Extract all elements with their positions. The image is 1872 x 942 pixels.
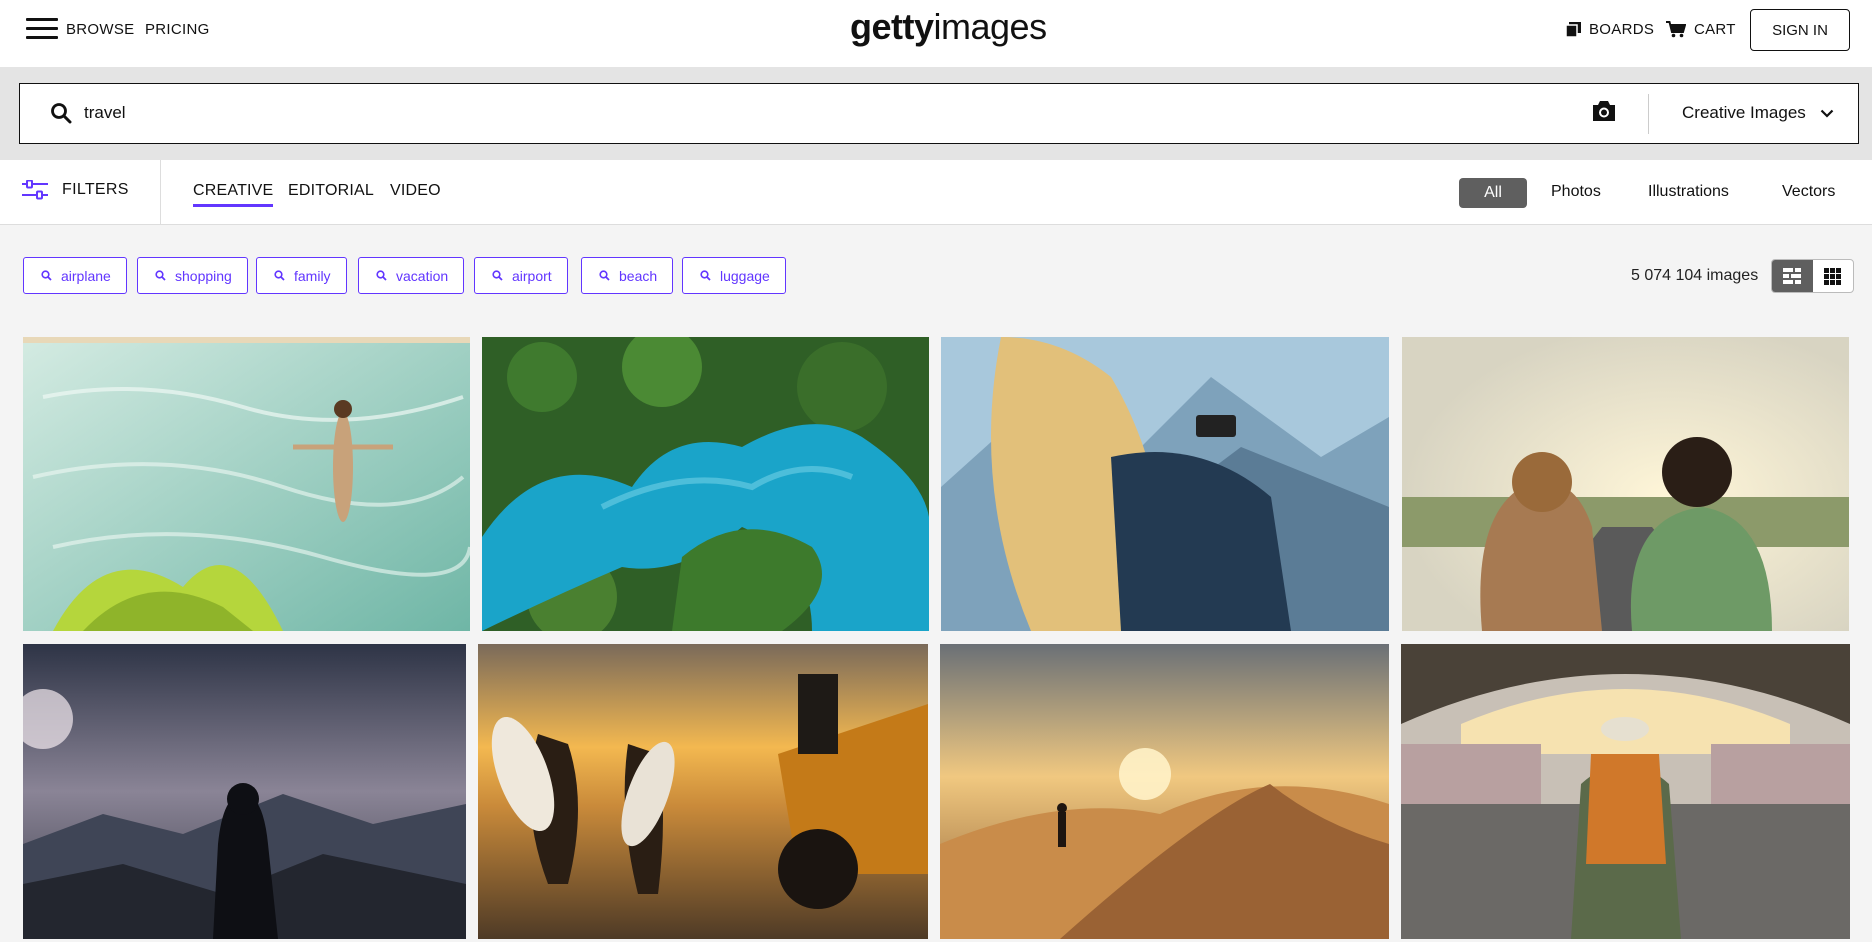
cart-label: CART (1694, 21, 1736, 38)
search-divider (1648, 94, 1649, 134)
mosaic-grid-icon (1783, 268, 1802, 284)
lake-photo (482, 337, 929, 631)
misty-mountains-photo (23, 644, 466, 939)
related-search-chip[interactable]: shopping (137, 257, 248, 294)
tab-creative[interactable]: CREATIVE (193, 182, 274, 207)
sign-in-button[interactable]: SIGN IN (1750, 9, 1850, 51)
sliders-icon (22, 180, 48, 200)
surfers-photo (478, 644, 928, 939)
chip-label: family (294, 267, 331, 284)
hamburger-menu-icon[interactable] (26, 18, 58, 42)
search-band: Creative Images (0, 67, 1872, 160)
chip-label: airplane (61, 267, 111, 284)
mountains-photo (941, 337, 1389, 631)
image-tile-hiker-on-desert-dunes[interactable] (940, 644, 1389, 939)
pricing-link[interactable]: PRICING (145, 21, 210, 38)
related-search-chip[interactable]: luggage (682, 257, 786, 294)
search-input[interactable] (84, 98, 1584, 128)
type-all-button[interactable]: All (1459, 178, 1527, 208)
image-tile-backpacker-at-train-station[interactable] (1401, 644, 1850, 939)
search-icon (700, 270, 711, 281)
search-icon (376, 270, 387, 281)
view-toggle (1771, 259, 1854, 293)
related-search-chip[interactable]: airport (474, 257, 568, 294)
filter-bar: FILTERS CREATIVE EDITORIAL VIDEO All Pho… (0, 160, 1872, 225)
browse-link[interactable]: BROWSE (66, 21, 134, 38)
search-icon (492, 270, 503, 281)
couple-photo (1402, 337, 1849, 631)
chip-label: vacation (396, 267, 449, 284)
mosaic-view-button[interactable] (1772, 260, 1813, 292)
chip-label: shopping (175, 267, 232, 284)
logo-bold-text: getty (850, 6, 934, 47)
type-illustrations-button[interactable]: Illustrations (1648, 183, 1729, 201)
train-station-photo (1401, 644, 1850, 939)
filters-label: FILTERS (62, 181, 129, 198)
image-tile-aerial-turquoise-lake[interactable] (482, 337, 929, 631)
related-search-chip[interactable]: airplane (23, 257, 127, 294)
search-icon (599, 270, 610, 281)
chip-label: airport (512, 267, 552, 284)
grid-view-button[interactable] (1813, 260, 1854, 292)
image-tile-woman-floating-in-pool[interactable] (23, 337, 470, 631)
boards-link[interactable]: BOARDS (1566, 21, 1654, 38)
top-header: BROWSE PRICING gettyimages BOARDS CART S… (0, 0, 1872, 67)
type-photos-button[interactable]: Photos (1551, 183, 1601, 201)
filters-button[interactable]: FILTERS (22, 180, 129, 200)
tab-editorial[interactable]: EDITORIAL (288, 182, 374, 204)
chip-label: beach (619, 267, 658, 284)
type-vectors-button[interactable]: Vectors (1782, 183, 1835, 201)
chip-label: luggage (720, 267, 770, 284)
desert-photo (940, 644, 1389, 939)
chevron-down-icon (1820, 109, 1834, 118)
image-tile-couple-taking-selfie-at-sunset[interactable] (1402, 337, 1849, 631)
boards-label: BOARDS (1589, 21, 1655, 38)
cart-link[interactable]: CART (1666, 21, 1736, 38)
tab-video[interactable]: VIDEO (390, 182, 441, 204)
getty-images-logo[interactable]: gettyimages (850, 6, 1047, 48)
boards-icon (1566, 22, 1581, 37)
image-tile-hiker-silhouette-misty-mountains[interactable] (23, 644, 466, 939)
image-tile-surfers-running-at-sunset[interactable] (478, 644, 928, 939)
image-type-label: Creative Images (1682, 103, 1806, 122)
image-tile-woman-photographing-mountains[interactable] (941, 337, 1389, 631)
search-box: Creative Images (19, 83, 1859, 144)
logo-light-text: images (933, 6, 1048, 47)
related-search-chip[interactable]: beach (581, 257, 674, 294)
search-icon (274, 270, 285, 281)
grid-icon (1824, 267, 1842, 285)
related-search-chip[interactable]: vacation (358, 257, 465, 294)
filter-divider (160, 160, 161, 225)
result-count: 5 074 104 images (1631, 267, 1759, 284)
search-icon (155, 270, 166, 281)
cart-icon (1666, 21, 1686, 38)
camera-search-icon[interactable] (1591, 99, 1617, 123)
image-type-dropdown[interactable]: Creative Images (1682, 103, 1834, 123)
search-icon (41, 270, 52, 281)
related-search-chip[interactable]: family (256, 257, 347, 294)
pool-photo (23, 337, 470, 631)
search-icon[interactable] (50, 102, 72, 124)
